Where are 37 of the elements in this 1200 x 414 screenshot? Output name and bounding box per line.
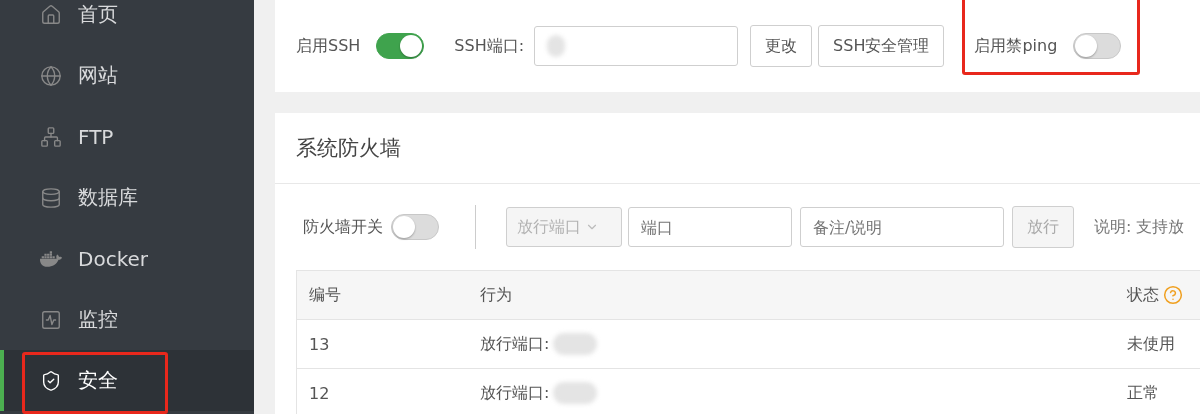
column-header: 状态 bbox=[1115, 284, 1200, 306]
sidebar-item[interactable]: 安全 bbox=[0, 350, 254, 411]
ssh-port-label: SSH端口: bbox=[454, 35, 525, 57]
table-cell-text: 未使用 bbox=[1126, 333, 1176, 355]
database-icon bbox=[40, 186, 62, 209]
sidebar-item[interactable]: 首页 bbox=[0, 0, 254, 45]
sidebar-item[interactable]: Docker bbox=[0, 228, 254, 289]
table-cell-text: 13 bbox=[308, 334, 331, 354]
ping-toggle[interactable] bbox=[1073, 33, 1122, 59]
chart-icon bbox=[40, 308, 62, 331]
network-icon bbox=[40, 125, 62, 148]
table-cell-text: 12 bbox=[308, 383, 331, 403]
sidebar-item[interactable]: 监控 bbox=[0, 289, 254, 350]
port-field[interactable]: 端口 bbox=[628, 207, 792, 247]
globe-icon bbox=[40, 64, 62, 87]
section-title: 系统防火墙 bbox=[296, 135, 401, 162]
sidebar-item[interactable]: 网站 bbox=[0, 45, 254, 106]
firewall-label: 防火墙开关 bbox=[303, 216, 383, 238]
note-field[interactable]: 备注/说明 bbox=[800, 207, 1004, 247]
house-icon bbox=[40, 3, 62, 26]
ssh-port-field[interactable] bbox=[534, 26, 739, 66]
column-header: 编号 bbox=[308, 284, 342, 306]
help-icon[interactable] bbox=[1163, 285, 1183, 305]
column-header: 行为 bbox=[479, 284, 513, 306]
sidebar-item[interactable]: 数据库 bbox=[0, 167, 254, 228]
ssh-manage-button[interactable]: SSH安全管理 bbox=[818, 25, 945, 67]
ping-label: 启用禁ping bbox=[974, 35, 1058, 57]
table-cell-text: 正常 bbox=[1126, 382, 1160, 404]
hint-text: 说明: 支持放 bbox=[1094, 216, 1185, 238]
ssh-label: 启用SSH bbox=[296, 35, 361, 57]
firewall-toggle[interactable] bbox=[391, 214, 439, 240]
sidebar-item[interactable]: FTP bbox=[0, 106, 254, 167]
shield-check-icon bbox=[40, 369, 62, 392]
table-cell: 放行端口: bbox=[468, 333, 1115, 355]
ssh-toggle[interactable] bbox=[376, 33, 425, 59]
table-cell: 放行端口: bbox=[468, 382, 1115, 404]
change-button[interactable]: 更改 bbox=[750, 25, 813, 67]
